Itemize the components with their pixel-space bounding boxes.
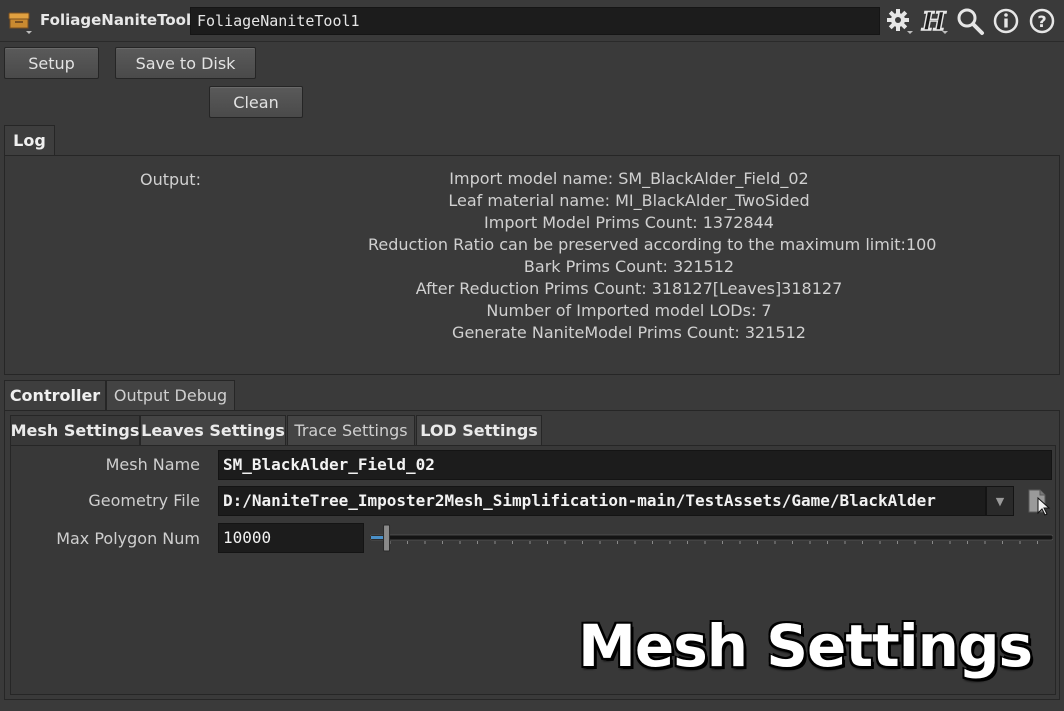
log-line: Bark Prims Count: 321512	[523, 257, 735, 276]
setup-button[interactable]: Setup	[4, 47, 99, 79]
log-line: Import Model Prims Count: 1372844	[484, 213, 774, 232]
info-icon[interactable]	[991, 6, 1021, 36]
log-output: Import model name: SM_BlackAlder_Field_0…	[368, 168, 937, 344]
chevron-down-icon[interactable]: ▼	[986, 486, 1014, 516]
mesh-name-field[interactable]: SM_BlackAlder_Field_02	[218, 450, 1052, 480]
log-line: Number of Imported model LODs: 7	[486, 301, 772, 320]
log-line: Leaf material name: MI_BlackAlder_TwoSid…	[448, 191, 810, 210]
file-browse-icon[interactable]	[1024, 486, 1054, 516]
tab-log[interactable]: Log	[4, 125, 55, 155]
tab-lod-settings[interactable]: LOD Settings	[416, 415, 542, 445]
log-line: Generate NaniteModel Prims Count: 321512	[452, 323, 806, 342]
tab-leaves-settings[interactable]: Leaves Settings	[140, 415, 286, 445]
gear-icon[interactable]	[884, 6, 914, 36]
svg-text:?: ?	[1037, 12, 1046, 31]
clean-button[interactable]: Clean	[209, 86, 303, 118]
save-to-disk-button[interactable]: Save to Disk	[115, 47, 256, 79]
geometry-file-label: Geometry File	[88, 491, 200, 510]
tab-trace-settings[interactable]: Trace Settings	[287, 415, 415, 445]
node-box-icon[interactable]	[6, 9, 34, 35]
search-icon[interactable]	[955, 6, 985, 36]
max-polygon-field[interactable]: 10000	[218, 523, 364, 553]
log-line: Import model name: SM_BlackAlder_Field_0…	[449, 169, 809, 188]
tab-controller[interactable]: Controller	[4, 380, 106, 410]
node-name-field[interactable]: FoliageNaniteTool1	[190, 7, 880, 35]
geometry-file-field[interactable]: D:/NaniteTree_Imposter2Mesh_Simplificati…	[218, 486, 986, 516]
houdini-icon[interactable]: H	[920, 6, 950, 37]
max-polygon-label: Max Polygon Num	[56, 529, 200, 548]
node-type-label: FoliageNaniteTool	[40, 11, 192, 29]
tab-mesh-settings[interactable]: Mesh Settings	[10, 415, 140, 445]
output-label: Output:	[140, 170, 201, 189]
tab-output-debug[interactable]: Output Debug	[106, 380, 235, 410]
mesh-name-label: Mesh Name	[105, 455, 200, 474]
mesh-settings-caption: Mesh Settings	[578, 612, 1033, 680]
help-icon[interactable]: ?	[1027, 6, 1057, 36]
log-line: After Reduction Prims Count: 318127[Leav…	[415, 279, 843, 298]
log-line: Reduction Ratio can be preserved accordi…	[368, 235, 937, 254]
max-polygon-slider[interactable]	[369, 524, 1054, 552]
